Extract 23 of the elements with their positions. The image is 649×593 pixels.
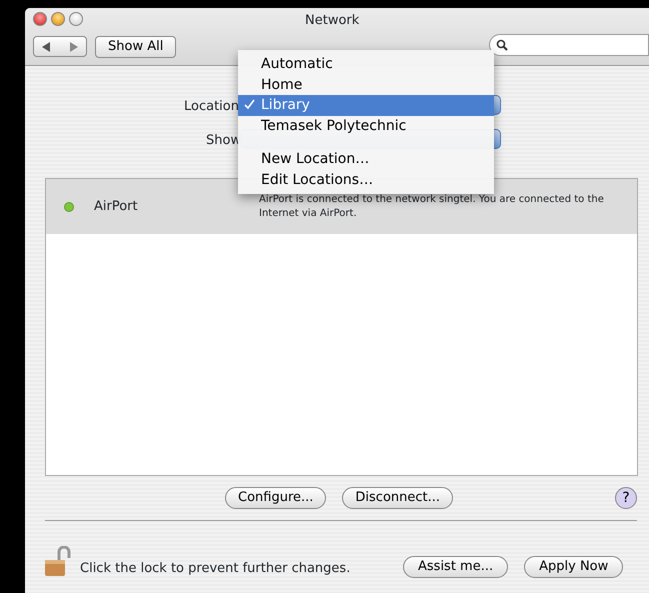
zoom-button[interactable] — [69, 12, 83, 26]
menu-item[interactable]: New Location… — [238, 149, 494, 170]
action-button[interactable]: Configure... — [225, 487, 326, 509]
window-title: Network — [305, 12, 360, 30]
service-description: AirPort is connected to the network singtel. You are connected to the Internet via AirPort. — [259, 192, 605, 220]
checkmark-icon — [244, 99, 255, 110]
footer-button[interactable]: Apply Now — [524, 556, 624, 578]
show-all-button[interactable]: Show All — [95, 36, 176, 58]
menu-item[interactable]: Home — [238, 74, 494, 95]
help-button[interactable]: ? — [615, 487, 637, 509]
search-field[interactable] — [489, 34, 649, 56]
lock-message: Click the lock to prevent further changes. — [80, 560, 350, 578]
padlock-icon[interactable] — [43, 546, 73, 578]
menu-item[interactable]: Automatic — [238, 54, 494, 74]
close-button[interactable] — [33, 12, 47, 26]
search-icon — [496, 39, 508, 51]
menu-item[interactable]: Library — [238, 95, 494, 116]
service-name: AirPort — [94, 198, 139, 216]
back-forward-control[interactable] — [33, 36, 87, 57]
action-button[interactable]: Disconnect... — [342, 487, 454, 509]
location-label: Location — [184, 98, 239, 116]
footer-button[interactable]: Assist me... — [403, 556, 508, 578]
minimize-button[interactable] — [51, 12, 65, 26]
